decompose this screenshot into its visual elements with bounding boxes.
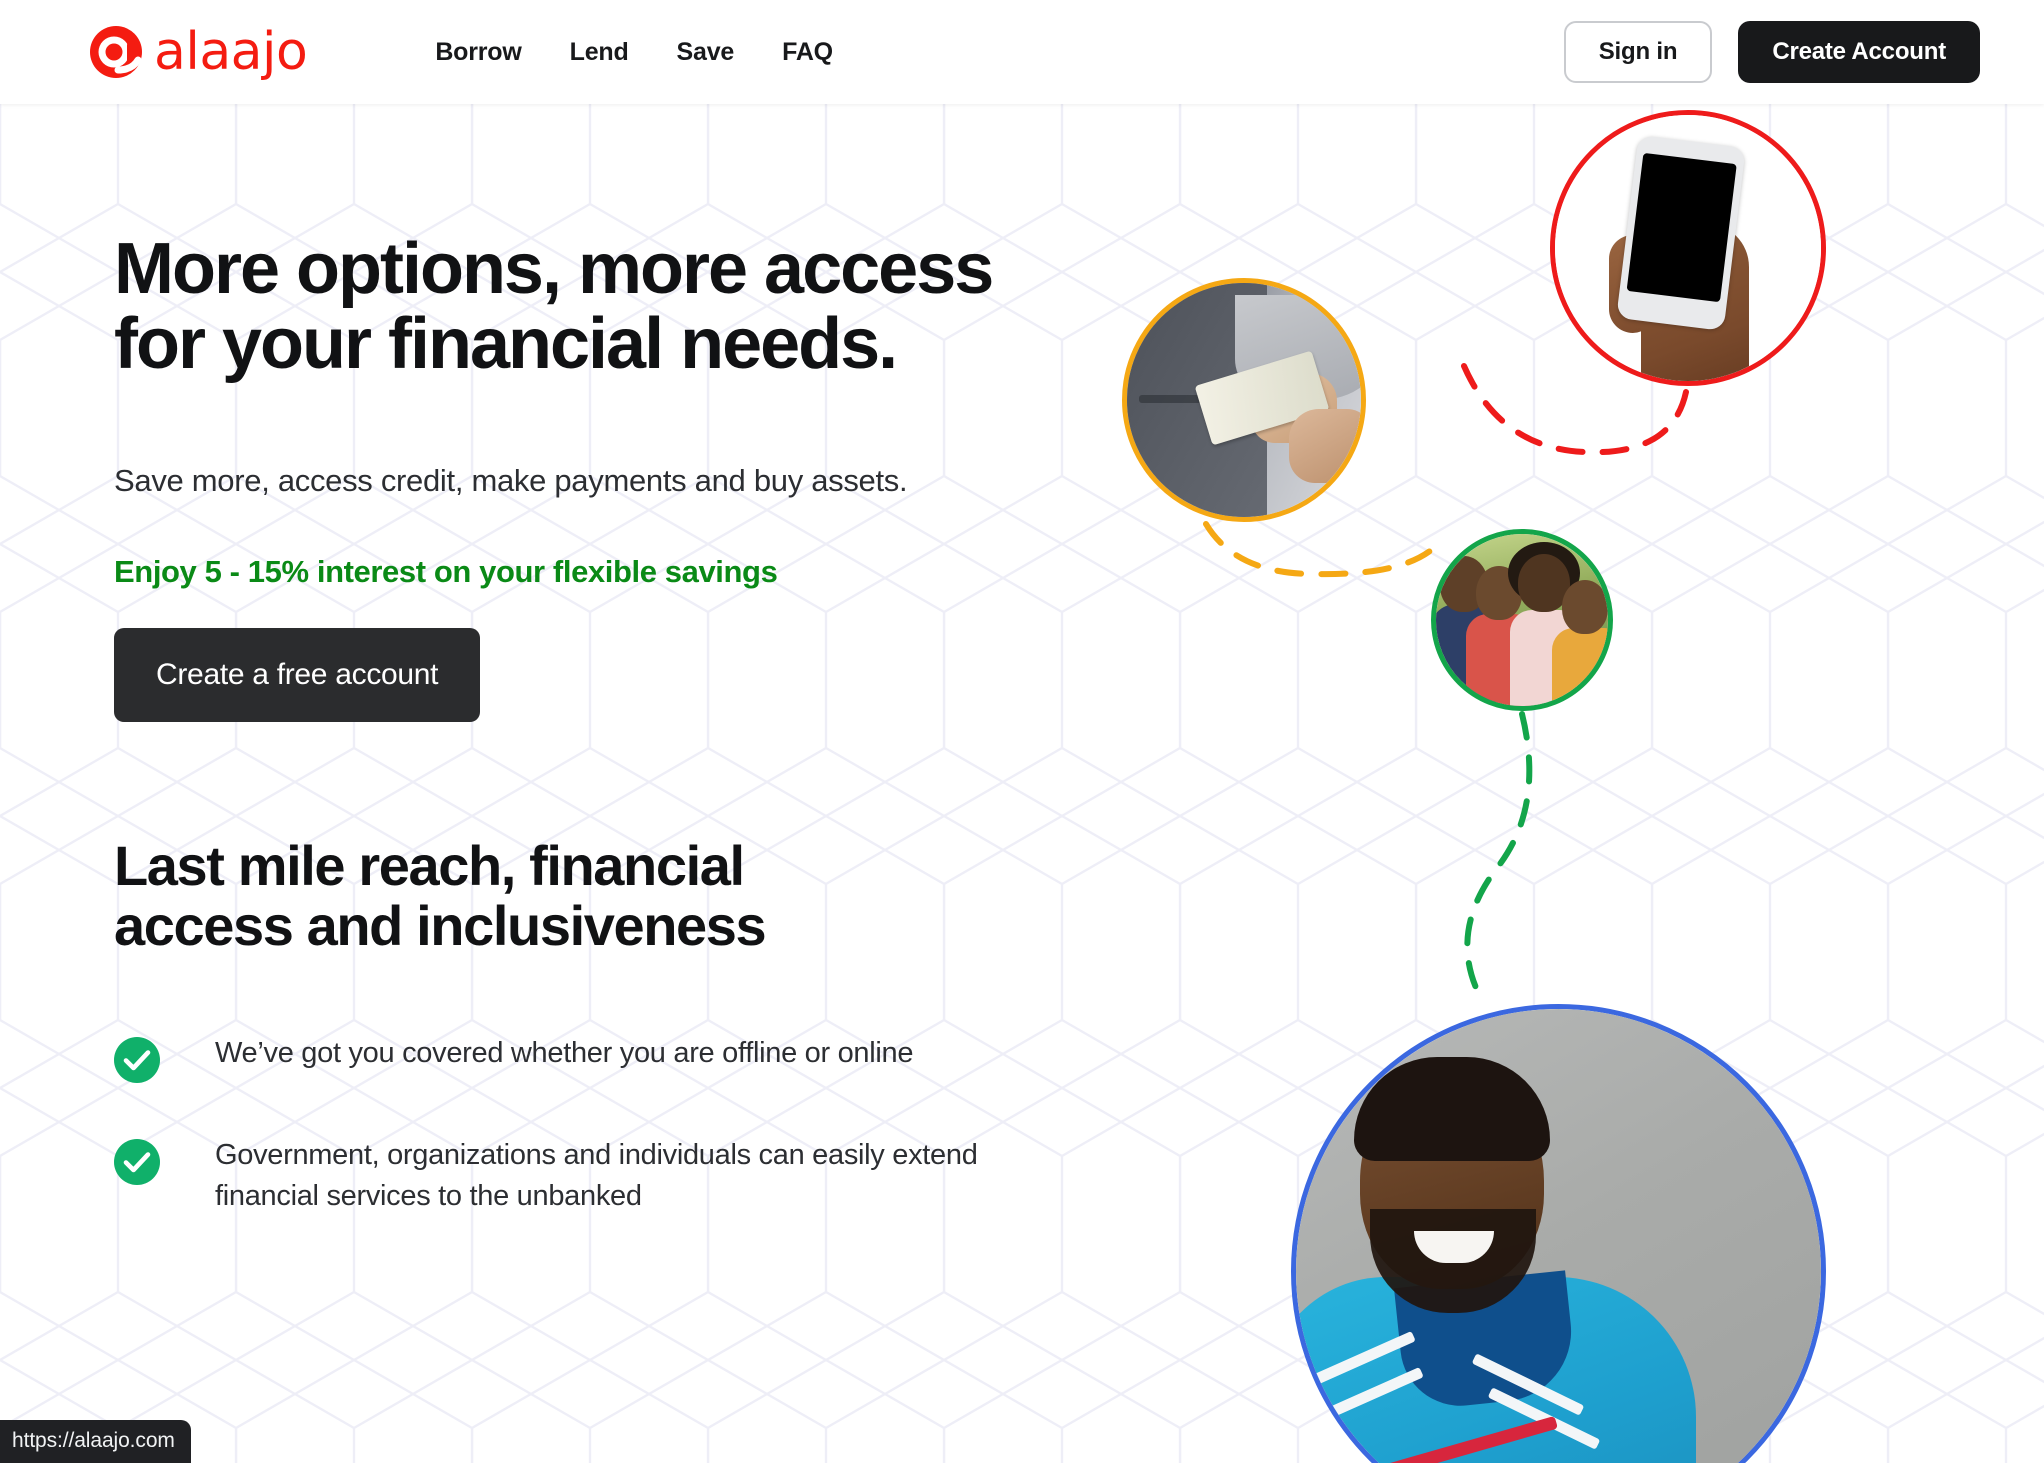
create-account-button[interactable]: Create Account [1738, 21, 1980, 83]
hero-highlight-text: Enjoy 5 - 15% interest on your flexible … [114, 553, 778, 589]
at-logo-icon [90, 26, 142, 78]
primary-navigation: Borrow Lend Save FAQ [435, 38, 833, 67]
feature-text: Government, organizations and individual… [215, 1138, 978, 1212]
nav-link-borrow[interactable]: Borrow [435, 38, 522, 67]
feature-list: We’ve got you covered whether you are of… [114, 1033, 2044, 1217]
brand-logo[interactable]: alaajo [88, 22, 308, 82]
check-circle-icon [114, 1036, 160, 1083]
create-free-account-button[interactable]: Create a free account [114, 627, 481, 722]
browser-status-url: https://alaajo.com [0, 1420, 191, 1463]
sign-in-button[interactable]: Sign in [1563, 21, 1713, 83]
list-item: Government, organizations and individual… [114, 1135, 2044, 1217]
brand-name: alaajo [154, 22, 308, 82]
main-content: More options, more access for your finan… [0, 232, 2044, 1217]
section-heading: Last mile reach, financial access and in… [114, 833, 767, 958]
list-item: We’ve got you covered whether you are of… [114, 1033, 2044, 1083]
header-actions: Sign in Create Account [1563, 21, 1980, 83]
check-circle-icon [114, 1138, 160, 1185]
hero-heading: More options, more access for your finan… [114, 229, 994, 384]
hero-subtext: Save more, access credit, make payments … [114, 462, 908, 498]
nav-link-lend[interactable]: Lend [570, 38, 629, 67]
site-header: alaajo Borrow Lend Save FAQ Sign in Crea… [0, 0, 2044, 104]
nav-link-save[interactable]: Save [677, 38, 735, 67]
nav-link-faq[interactable]: FAQ [782, 38, 833, 67]
feature-text: We’ve got you covered whether you are of… [215, 1036, 914, 1069]
